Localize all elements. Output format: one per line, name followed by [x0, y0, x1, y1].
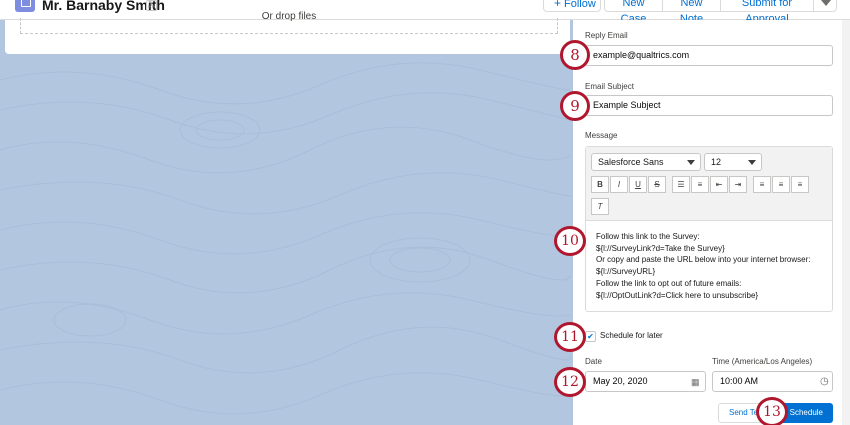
message-line: ${l://SurveyURL}: [596, 267, 656, 277]
new-note-button[interactable]: New Note: [662, 0, 721, 25]
chevron-down-icon: [687, 160, 695, 165]
new-case-button[interactable]: New Case: [604, 0, 663, 25]
font-size-value: 12: [711, 157, 722, 167]
time-input[interactable]: 10:00 AM: [712, 371, 833, 392]
scrollbar[interactable]: [842, 20, 850, 425]
more-actions-chevron-icon[interactable]: [813, 0, 837, 12]
message-body[interactable]: Follow this link to the Survey: ${l://Su…: [596, 231, 828, 301]
message-label: Message: [585, 131, 618, 140]
step-badge: 10: [554, 226, 586, 256]
step-badge: 13: [756, 397, 788, 425]
schedule-checkbox[interactable]: ✔: [585, 331, 596, 342]
numbered-list-icon[interactable]: ≡: [691, 176, 709, 193]
align-left-icon[interactable]: ≡: [753, 176, 771, 193]
message-line: ${l://OptOutLink?d=Click here to unsubsc…: [596, 290, 759, 300]
indent-icon[interactable]: ⇥: [729, 176, 747, 193]
bullet-list-icon[interactable]: ☰: [672, 176, 690, 193]
clock-icon[interactable]: ◷: [820, 376, 829, 387]
message-line: ${l://SurveyLink?d=Take the Survey}: [596, 243, 725, 253]
hierarchy-icon[interactable]: ⁂: [146, 0, 157, 11]
email-subject-label: Email Subject: [585, 82, 634, 91]
font-size-select[interactable]: 12: [704, 153, 762, 171]
font-family-value: Salesforce Sans: [598, 157, 664, 167]
message-line: Follow the link to opt out of future ema…: [596, 278, 742, 288]
step-badge: 9: [560, 91, 590, 121]
italic-button[interactable]: I: [610, 176, 628, 193]
date-label: Date: [585, 357, 602, 366]
chevron-down-icon: [748, 160, 756, 165]
step-badge: 12: [554, 367, 586, 397]
plus-icon: +: [554, 0, 562, 10]
editor-toolbar: Salesforce Sans 12 B I U S ☰ ≡ ⇤ ⇥ ≡ ≡ ≡…: [586, 147, 832, 221]
submit-for-approval-button[interactable]: Submit for Approval: [720, 0, 814, 25]
strikethrough-button[interactable]: S: [648, 176, 666, 193]
bold-button[interactable]: B: [591, 176, 609, 193]
clear-formatting-button[interactable]: T: [591, 198, 609, 215]
files-card: Or drop files: [5, 11, 570, 54]
date-input[interactable]: May 20, 2020: [585, 371, 706, 392]
time-label: Time (America/Los Angeles): [712, 357, 813, 366]
message-line: Follow this link to the Survey:: [596, 232, 700, 241]
file-drop-zone[interactable]: Or drop files: [20, 11, 558, 34]
underline-button[interactable]: U: [629, 176, 647, 193]
schedule-label: Schedule for later: [600, 331, 663, 340]
message-line: Or copy and paste the URL below into you…: [596, 255, 811, 265]
font-family-select[interactable]: Salesforce Sans: [591, 153, 701, 171]
reply-email-label: Reply Email: [585, 31, 628, 40]
align-center-icon[interactable]: ≡: [772, 176, 790, 193]
follow-label: Follow: [564, 0, 596, 10]
align-right-icon[interactable]: ≡: [791, 176, 809, 193]
email-subject-input[interactable]: Example Subject: [585, 95, 833, 116]
calendar-icon[interactable]: ▦: [691, 377, 700, 388]
drop-files-text: Or drop files: [261, 11, 317, 22]
step-badge: 11: [554, 322, 586, 352]
message-editor: Salesforce Sans 12 B I U S ☰ ≡ ⇤ ⇥ ≡ ≡ ≡…: [585, 146, 833, 312]
step-badge: 8: [560, 40, 590, 70]
outdent-icon[interactable]: ⇤: [710, 176, 728, 193]
reply-email-input[interactable]: example@qualtrics.com: [585, 45, 833, 66]
